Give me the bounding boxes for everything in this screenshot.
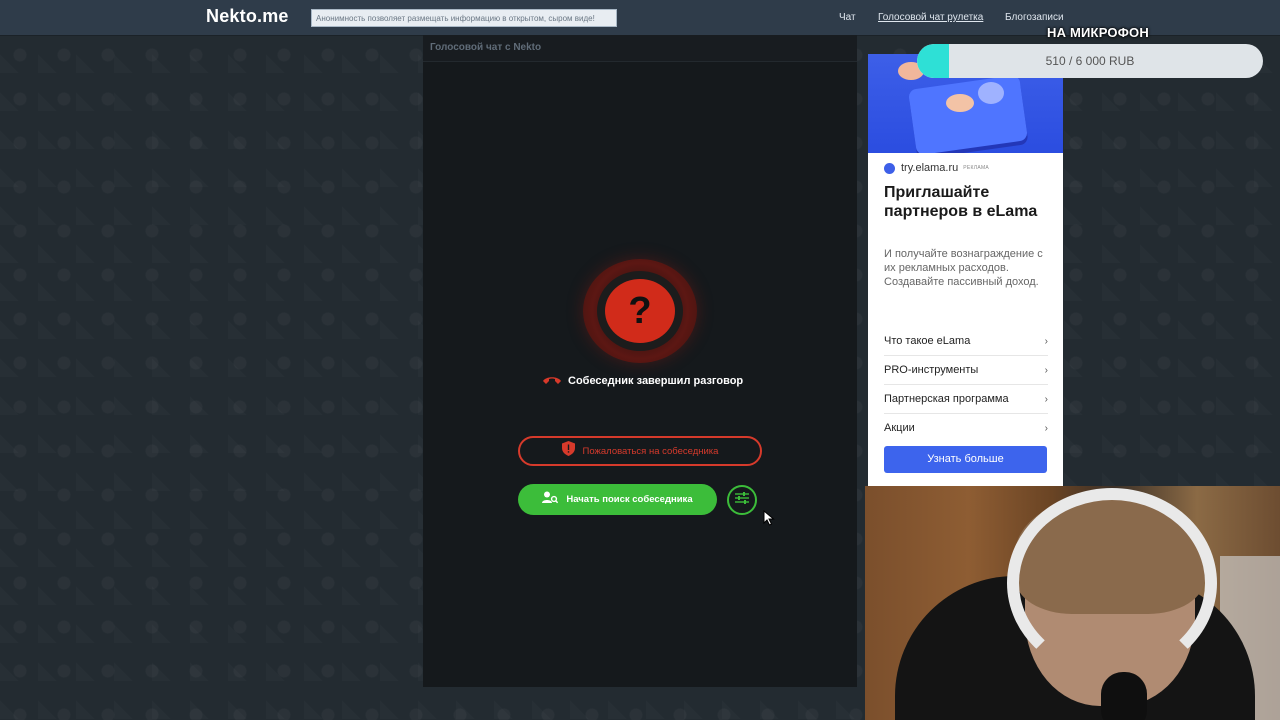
call-ended-text: Собеседник завершил разговор (568, 375, 744, 387)
ad-source: try.elama.ru РЕКЛАМА (884, 162, 989, 174)
panel-title: Голосовой чат с Nekto (430, 42, 542, 53)
webcam-headset (1007, 488, 1217, 678)
shield-icon (561, 441, 575, 461)
ad-link-label: Что такое eLama (884, 335, 971, 347)
unknown-partner-avatar: ? (583, 259, 697, 363)
donation-progress-bar: 510 / 6 000 RUB (917, 44, 1263, 78)
ad-links-list: Что такое eLama › PRO-инструменты › Парт… (884, 327, 1048, 442)
panel-header: Голосовой чат с Nekto (423, 35, 857, 62)
streamer-webcam (865, 486, 1280, 720)
ad-wallet-graphic (907, 74, 1029, 153)
start-search-button[interactable]: Начать поиск собеседника (518, 484, 717, 515)
chevron-right-icon: › (1044, 422, 1048, 434)
ad-link-label: Акции (884, 422, 915, 434)
ad-link-promotions[interactable]: Акции › (884, 414, 1048, 442)
ad-learn-more-button[interactable]: Узнать больше (884, 446, 1047, 473)
ad-description: И получайте вознаграждение с их рекламны… (884, 248, 1043, 288)
nav-link-chat[interactable]: Чат (839, 12, 856, 23)
search-settings-button[interactable] (727, 485, 757, 515)
call-ended-status: Собеседник завершил разговор (542, 374, 743, 388)
start-search-label: Начать поиск собеседника (566, 494, 693, 505)
hangup-phone-icon (542, 372, 562, 390)
ad-favicon-icon (884, 162, 895, 174)
ad-label: РЕКЛАМА (963, 165, 990, 171)
nav-link-voice-roulette[interactable]: Голосовой чат рулетка (878, 12, 983, 23)
chevron-right-icon: › (1044, 335, 1048, 347)
ad-link-label: Партнерская программа (884, 393, 1009, 405)
ad-coin-graphic (978, 82, 1004, 104)
user-search-icon (542, 491, 559, 509)
site-logo[interactable]: Nekto.me (206, 6, 289, 27)
ad-link-partner-program[interactable]: Партнерская программа › (884, 385, 1048, 414)
sliders-icon (735, 491, 749, 509)
webcam-microphone (1101, 672, 1147, 720)
voice-chat-panel: Голосовой чат с Nekto ? Собеседник завер… (423, 35, 857, 687)
ad-domain[interactable]: try.elama.ru (901, 162, 958, 174)
report-partner-button[interactable]: Пожаловаться на собеседника (518, 436, 762, 466)
nav-link-blog[interactable]: Блогозаписи (1005, 12, 1064, 23)
site-notice-banner: Анонимность позволяет размещать информац… (311, 9, 617, 27)
ad-coin-graphic (946, 94, 974, 112)
mouse-cursor-icon (763, 509, 775, 531)
ad-link-label: PRO-инструменты (884, 364, 979, 376)
question-mark-icon: ? (605, 279, 675, 343)
ad-link-pro-tools[interactable]: PRO-инструменты › (884, 356, 1048, 385)
chevron-right-icon: › (1044, 393, 1048, 405)
donation-goal-title: НА МИКРОФОН (1047, 25, 1149, 40)
ad-link-what-is-elama[interactable]: Что такое eLama › (884, 327, 1048, 356)
donation-amount: 510 / 6 000 RUB (1045, 54, 1135, 68)
advertisement-block[interactable]: try.elama.ru РЕКЛАМА Приглашайте партнер… (868, 54, 1063, 487)
report-partner-label: Пожаловаться на собеседника (582, 445, 719, 457)
chevron-right-icon: › (1044, 364, 1048, 376)
ad-title[interactable]: Приглашайте партнеров в eLama (884, 183, 1054, 221)
